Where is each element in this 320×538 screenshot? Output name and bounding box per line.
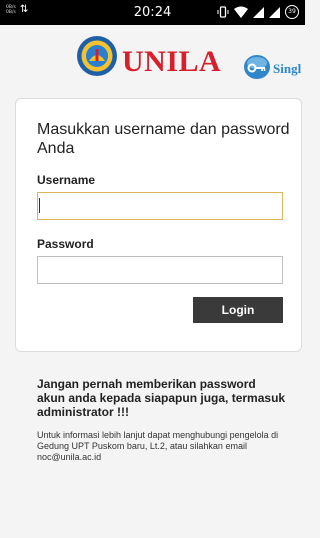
login-button[interactable]: Login	[193, 297, 283, 323]
header: UNILA Singl	[0, 25, 305, 91]
login-card: Masukkan username dan password Anda User…	[15, 98, 302, 352]
wifi-icon	[234, 6, 248, 18]
battery-icon: 39	[285, 5, 299, 19]
signal-icon	[253, 6, 264, 18]
username-input[interactable]	[37, 192, 283, 220]
text-caret	[39, 198, 40, 213]
signal-2-icon	[269, 6, 280, 18]
contact-info: Untuk informasi lebih lanjut dapat mengh…	[37, 430, 279, 462]
status-bar: 0B/s 0B/s ⇅ 20:24 39	[0, 0, 305, 25]
status-icons: 39	[217, 5, 299, 19]
sso-text: Singl	[273, 61, 302, 76]
security-warning: Jangan pernah memberikan password akun a…	[37, 377, 286, 419]
password-input[interactable]	[37, 256, 283, 284]
unila-seal-icon	[77, 36, 117, 76]
login-title: Masukkan username dan password Anda	[37, 121, 290, 157]
vibrate-icon	[217, 6, 229, 18]
username-label: Username	[37, 173, 96, 187]
brand-name: UNILA	[122, 45, 222, 78]
key-icon	[244, 55, 270, 79]
password-label: Password	[37, 237, 94, 251]
